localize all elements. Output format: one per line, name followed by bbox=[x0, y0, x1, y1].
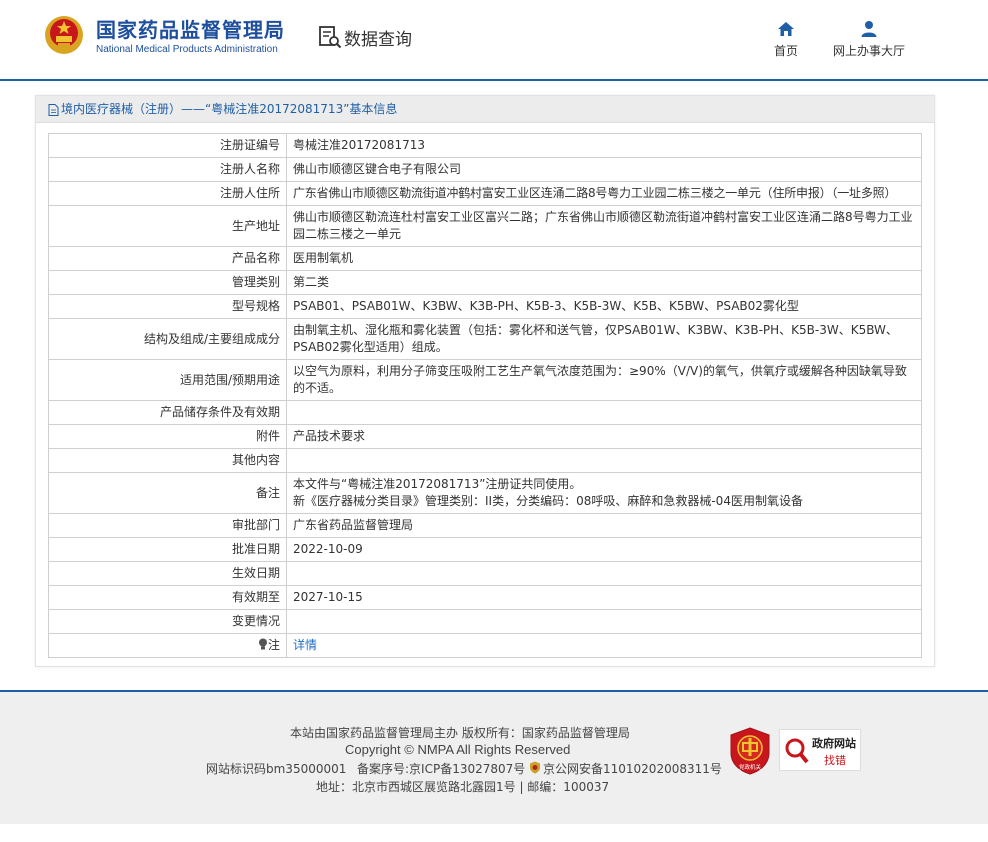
note-label-cell: 注 bbox=[48, 633, 287, 658]
badge-red-label: 党政机关 bbox=[739, 763, 762, 771]
gov-site-error-report-badge[interactable]: 政府网站 找错 bbox=[779, 729, 861, 771]
table-row: 有效期至 2027-10-15 bbox=[48, 585, 922, 610]
badge-zf-sub: 找错 bbox=[824, 754, 846, 767]
footer-police-record[interactable]: 京公网安备11010202008311号 bbox=[543, 760, 722, 777]
row-value: 2027-10-15 bbox=[286, 585, 922, 610]
row-value: 2022-10-09 bbox=[286, 537, 922, 562]
row-label: 变更情况 bbox=[48, 609, 287, 634]
row-label: 结构及组成/主要组成成分 bbox=[48, 318, 287, 360]
table-row: 其他内容 bbox=[48, 448, 922, 473]
row-label: 型号规格 bbox=[48, 294, 287, 319]
row-value: 由制氧主机、湿化瓶和雾化装置（包括：雾化杯和送气管，仅PSAB01W、K3BW、… bbox=[286, 318, 922, 360]
panel-header: 境内医疗器械（注册）——“粤械注准20172081713”基本信息 bbox=[36, 96, 934, 123]
table-row: 批准日期 2022-10-09 bbox=[48, 537, 922, 562]
footer-sponsor: 本站由国家药品监督管理局主办 版权所有：国家药品监督管理局 bbox=[290, 726, 630, 740]
footer-copyright: Copyright © NMPA All Rights Reserved bbox=[345, 742, 571, 757]
remark-line-2: 新《医疗器械分类目录》管理类别：II类，分类编码：08呼吸、麻醉和急救器械-04… bbox=[293, 494, 803, 508]
info-table: 注册证编号 粤械注准20172081713 注册人名称 佛山市顺德区键合电子有限公司… bbox=[48, 133, 922, 658]
row-value: PSAB01、PSAB01W、K3BW、K3B-PH、K5B-3、K5B-3W、… bbox=[286, 294, 922, 319]
police-badge-icon bbox=[530, 761, 540, 774]
national-emblem-icon bbox=[45, 16, 83, 54]
table-row: 生产地址 佛山市顺德区勒流连杜村富安工业区富兴二路；广东省佛山市顺德区勒流街道冲鹤… bbox=[48, 205, 922, 247]
detail-link[interactable]: 详情 bbox=[293, 638, 317, 652]
row-label: 审批部门 bbox=[48, 513, 287, 538]
table-row: 注册人住所 广东省佛山市顺德区勒流街道冲鹤村富安工业区连涌二路8号粤力工业园二栋三… bbox=[48, 181, 922, 206]
table-row: 审批部门 广东省药品监督管理局 bbox=[48, 513, 922, 538]
nav-online-hall-label: 网上办事大厅 bbox=[833, 44, 906, 58]
remark-line-1: 本文件与“粤械注准20172081713”注册证共同使用。 bbox=[293, 477, 582, 491]
table-row: 注册人名称 佛山市顺德区键合电子有限公司 bbox=[48, 157, 922, 182]
row-value: 产品技术要求 bbox=[286, 424, 922, 449]
site-logo-subtitle[interactable]: National Medical Products Administration bbox=[96, 44, 278, 55]
row-label: 产品名称 bbox=[48, 246, 287, 271]
row-value: 本文件与“粤械注准20172081713”注册证共同使用。新《医疗器械分类目录》… bbox=[286, 472, 922, 514]
footer-address: 地址：北京市西城区展览路北露园1号 | 邮编：100037 bbox=[316, 780, 610, 794]
row-label: 有效期至 bbox=[48, 585, 287, 610]
table-row: 适用范围/预期用途 以空气为原料，利用分子筛变压吸附工艺生产氧气浓度范围为：≥90… bbox=[48, 359, 922, 401]
table-row: 注 详情 bbox=[48, 633, 922, 658]
nav-online-hall[interactable]: 网上办事大厅 bbox=[833, 20, 905, 59]
table-row: 产品储存条件及有效期 bbox=[48, 400, 922, 425]
row-value: 医用制氧机 bbox=[286, 246, 922, 271]
row-label: 管理类别 bbox=[48, 270, 287, 295]
table-row: 附件 产品技术要求 bbox=[48, 424, 922, 449]
table-row: 备注 本文件与“粤械注准20172081713”注册证共同使用。新《医疗器械分类目… bbox=[48, 472, 922, 514]
table-row: 管理类别 第二类 bbox=[48, 270, 922, 295]
section-title: 数据查询 bbox=[344, 30, 412, 50]
nav-home[interactable]: 首页 bbox=[774, 20, 798, 59]
row-value bbox=[286, 448, 922, 473]
row-label: 产品储存条件及有效期 bbox=[48, 400, 287, 425]
row-value: 第二类 bbox=[286, 270, 922, 295]
row-value: 佛山市顺德区勒流连杜村富安工业区富兴二路；广东省佛山市顺德区勒流街道冲鹤村富安工… bbox=[286, 205, 922, 247]
note-label: 注 bbox=[267, 638, 280, 652]
row-label: 注册证编号 bbox=[48, 133, 287, 158]
party-government-badge-icon[interactable]: 党政机关 bbox=[729, 727, 771, 775]
site-header: 国家药品监督管理局 National Medical Products Admi… bbox=[0, 0, 988, 80]
user-icon bbox=[861, 21, 877, 37]
row-label: 其他内容 bbox=[48, 448, 287, 473]
row-label: 适用范围/预期用途 bbox=[48, 359, 287, 401]
row-value: 粤械注准20172081713 bbox=[286, 133, 922, 158]
data-query-icon bbox=[319, 26, 342, 49]
row-value bbox=[286, 609, 922, 634]
site-logo-title[interactable]: 国家药品监督管理局 bbox=[96, 14, 285, 43]
table-row: 型号规格 PSAB01、PSAB01W、K3BW、K3B-PH、K5B-3、K5B… bbox=[48, 294, 922, 319]
row-value: 详情 bbox=[286, 633, 922, 658]
table-row: 生效日期 bbox=[48, 561, 922, 586]
breadcrumb: 境内医疗器械（注册）——“粤械注准20172081713”基本信息 bbox=[61, 102, 398, 116]
row-label: 附件 bbox=[48, 424, 287, 449]
row-value bbox=[286, 400, 922, 425]
row-label: 批准日期 bbox=[48, 537, 287, 562]
row-value: 以空气为原料，利用分子筛变压吸附工艺生产氧气浓度范围为：≥90%（V/V)的氧气… bbox=[286, 359, 922, 401]
row-label: 生效日期 bbox=[48, 561, 287, 586]
row-value: 佛山市顺德区键合电子有限公司 bbox=[286, 157, 922, 182]
row-label: 注册人名称 bbox=[48, 157, 287, 182]
lightbulb-icon bbox=[258, 638, 267, 650]
table-row: 产品名称 医用制氧机 bbox=[48, 246, 922, 271]
footer-icp[interactable]: 备案序号:京ICP备13027807号 bbox=[357, 760, 525, 777]
detail-panel: 境内医疗器械（注册）——“粤械注准20172081713”基本信息 注册证编号粤… bbox=[35, 95, 935, 667]
table-row: 注册证编号 粤械注准20172081713 bbox=[48, 133, 922, 158]
magnifier-icon bbox=[785, 738, 809, 764]
badge-zf-title: 政府网站 bbox=[812, 737, 856, 750]
row-label: 注册人住所 bbox=[48, 181, 287, 206]
row-value bbox=[286, 561, 922, 586]
nav-home-label: 首页 bbox=[774, 44, 799, 58]
document-icon bbox=[48, 103, 59, 116]
row-value: 广东省佛山市顺德区勒流街道冲鹤村富安工业区连涌二路8号粤力工业园二栋三楼之一单元… bbox=[286, 181, 922, 206]
row-value: 广东省药品监督管理局 bbox=[286, 513, 922, 538]
home-icon bbox=[778, 22, 794, 36]
header-divider bbox=[0, 79, 988, 81]
table-row: 结构及组成/主要组成成分 由制氧主机、湿化瓶和雾化装置（包括：雾化杯和送气管，仅P… bbox=[48, 318, 922, 360]
row-label: 备注 bbox=[48, 472, 287, 514]
footer-site-id: 网站标识码bm35000001 bbox=[206, 762, 347, 776]
row-label: 生产地址 bbox=[48, 205, 287, 247]
table-row: 变更情况 bbox=[48, 609, 922, 634]
